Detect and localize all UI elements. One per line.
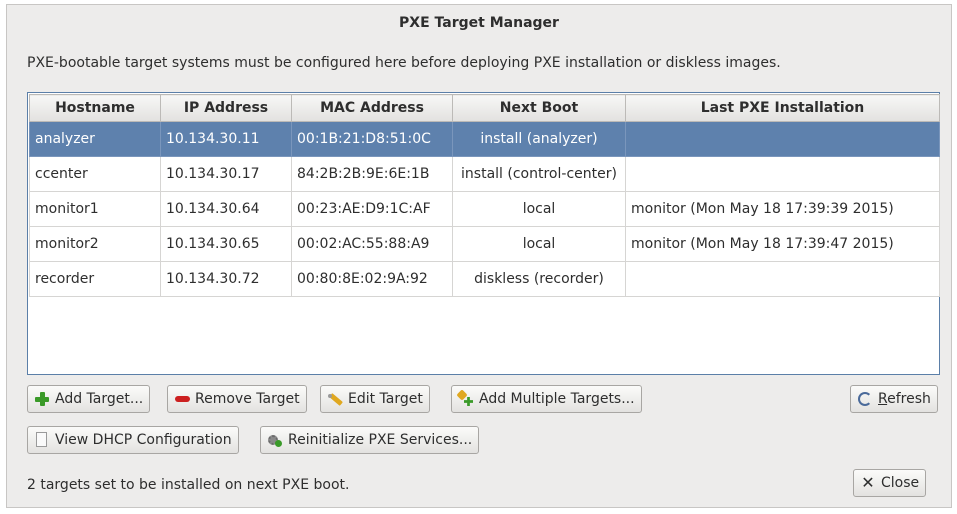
refresh-mnemonic: R (878, 391, 888, 407)
edit-target-button[interactable]: Edit Target (320, 385, 430, 413)
remove-target-label: Remove Target (195, 391, 300, 407)
cell-last-pxe-installation (625, 121, 940, 157)
cell-next-boot: local (452, 191, 626, 227)
edit-icon (327, 391, 343, 407)
table-row[interactable]: recorder 10.134.30.72 00:80:8E:02:9A:92 … (29, 261, 940, 297)
cell-next-boot: diskless (recorder) (452, 261, 626, 297)
cell-next-boot: install (analyzer) (452, 121, 626, 157)
column-header-last-pxe-installation[interactable]: Last PXE Installation (625, 94, 940, 122)
table-row[interactable]: monitor1 10.134.30.64 00:23:AE:D9:1C:AF … (29, 191, 940, 227)
cell-ip-address: 10.134.30.65 (160, 226, 292, 262)
cell-next-boot: local (452, 226, 626, 262)
cell-hostname: monitor1 (29, 191, 161, 227)
cell-last-pxe-installation: monitor (Mon May 18 17:39:39 2015) (625, 191, 940, 227)
table-row[interactable]: ccenter 10.134.30.17 84:2B:2B:9E:6E:1B i… (29, 156, 940, 192)
edit-target-label: Edit Target (348, 391, 423, 407)
cell-mac-address: 00:1B:21:D8:51:0C (291, 121, 453, 157)
column-header-mac-address[interactable]: MAC Address (291, 94, 453, 122)
cell-hostname: monitor2 (29, 226, 161, 262)
refresh-label: Refresh (878, 391, 931, 407)
pxe-target-manager-window: PXE Target Manager PXE-bootable target s… (6, 4, 952, 508)
cell-ip-address: 10.134.30.64 (160, 191, 292, 227)
cell-mac-address: 00:02:AC:55:88:A9 (291, 226, 453, 262)
add-target-label: Add Target... (55, 391, 144, 407)
add-multiple-targets-button[interactable]: Add Multiple Targets... (451, 385, 642, 413)
window-title: PXE Target Manager (399, 15, 559, 31)
cell-mac-address: 00:80:8E:02:9A:92 (291, 261, 453, 297)
view-dhcp-configuration-label: View DHCP Configuration (55, 432, 232, 448)
cell-mac-address: 00:23:AE:D9:1C:AF (291, 191, 453, 227)
add-multiple-targets-label: Add Multiple Targets... (479, 391, 635, 407)
cell-next-boot: install (control-center) (452, 156, 626, 192)
cell-hostname: analyzer (29, 121, 161, 157)
reinitialize-pxe-services-label: Reinitialize PXE Services... (288, 432, 473, 448)
table-header-row: Hostname IP Address MAC Address Next Boo… (29, 94, 940, 122)
cell-last-pxe-installation (625, 261, 940, 297)
document-icon (34, 432, 50, 448)
view-dhcp-configuration-button[interactable]: View DHCP Configuration (27, 426, 239, 454)
column-header-hostname[interactable]: Hostname (29, 94, 161, 122)
table-row[interactable]: monitor2 10.134.30.65 00:02:AC:55:88:A9 … (29, 226, 940, 262)
refresh-icon (857, 391, 873, 407)
targets-table-frame[interactable]: Hostname IP Address MAC Address Next Boo… (27, 92, 940, 375)
targets-table: Hostname IP Address MAC Address Next Boo… (29, 94, 940, 297)
cell-ip-address: 10.134.30.11 (160, 121, 292, 157)
remove-icon (174, 391, 190, 407)
reinitialize-pxe-services-button[interactable]: Reinitialize PXE Services... (260, 426, 480, 454)
close-x-icon: ✕ (861, 473, 875, 492)
cell-ip-address: 10.134.30.17 (160, 156, 292, 192)
cell-ip-address: 10.134.30.72 (160, 261, 292, 297)
add-multiple-icon (458, 391, 474, 407)
close-label: Close (881, 475, 920, 491)
description-text: PXE-bootable target systems must be conf… (27, 55, 781, 71)
add-target-button[interactable]: Add Target... (27, 385, 151, 413)
status-text: 2 targets set to be installed on next PX… (27, 477, 350, 493)
services-gear-icon (267, 432, 283, 448)
cell-mac-address: 84:2B:2B:9E:6E:1B (291, 156, 453, 192)
remove-target-button[interactable]: Remove Target (167, 385, 307, 413)
column-header-ip-address[interactable]: IP Address (160, 94, 292, 122)
cell-last-pxe-installation: monitor (Mon May 18 17:39:47 2015) (625, 226, 940, 262)
cell-hostname: ccenter (29, 156, 161, 192)
add-icon (34, 391, 50, 407)
table-row[interactable]: analyzer 10.134.30.11 00:1B:21:D8:51:0C … (29, 121, 940, 157)
column-header-next-boot[interactable]: Next Boot (452, 94, 626, 122)
refresh-button[interactable]: Refresh (850, 385, 938, 413)
cell-last-pxe-installation (625, 156, 940, 192)
close-button[interactable]: ✕ Close (853, 469, 927, 497)
cell-hostname: recorder (29, 261, 161, 297)
refresh-label-rest: efresh (887, 391, 931, 407)
